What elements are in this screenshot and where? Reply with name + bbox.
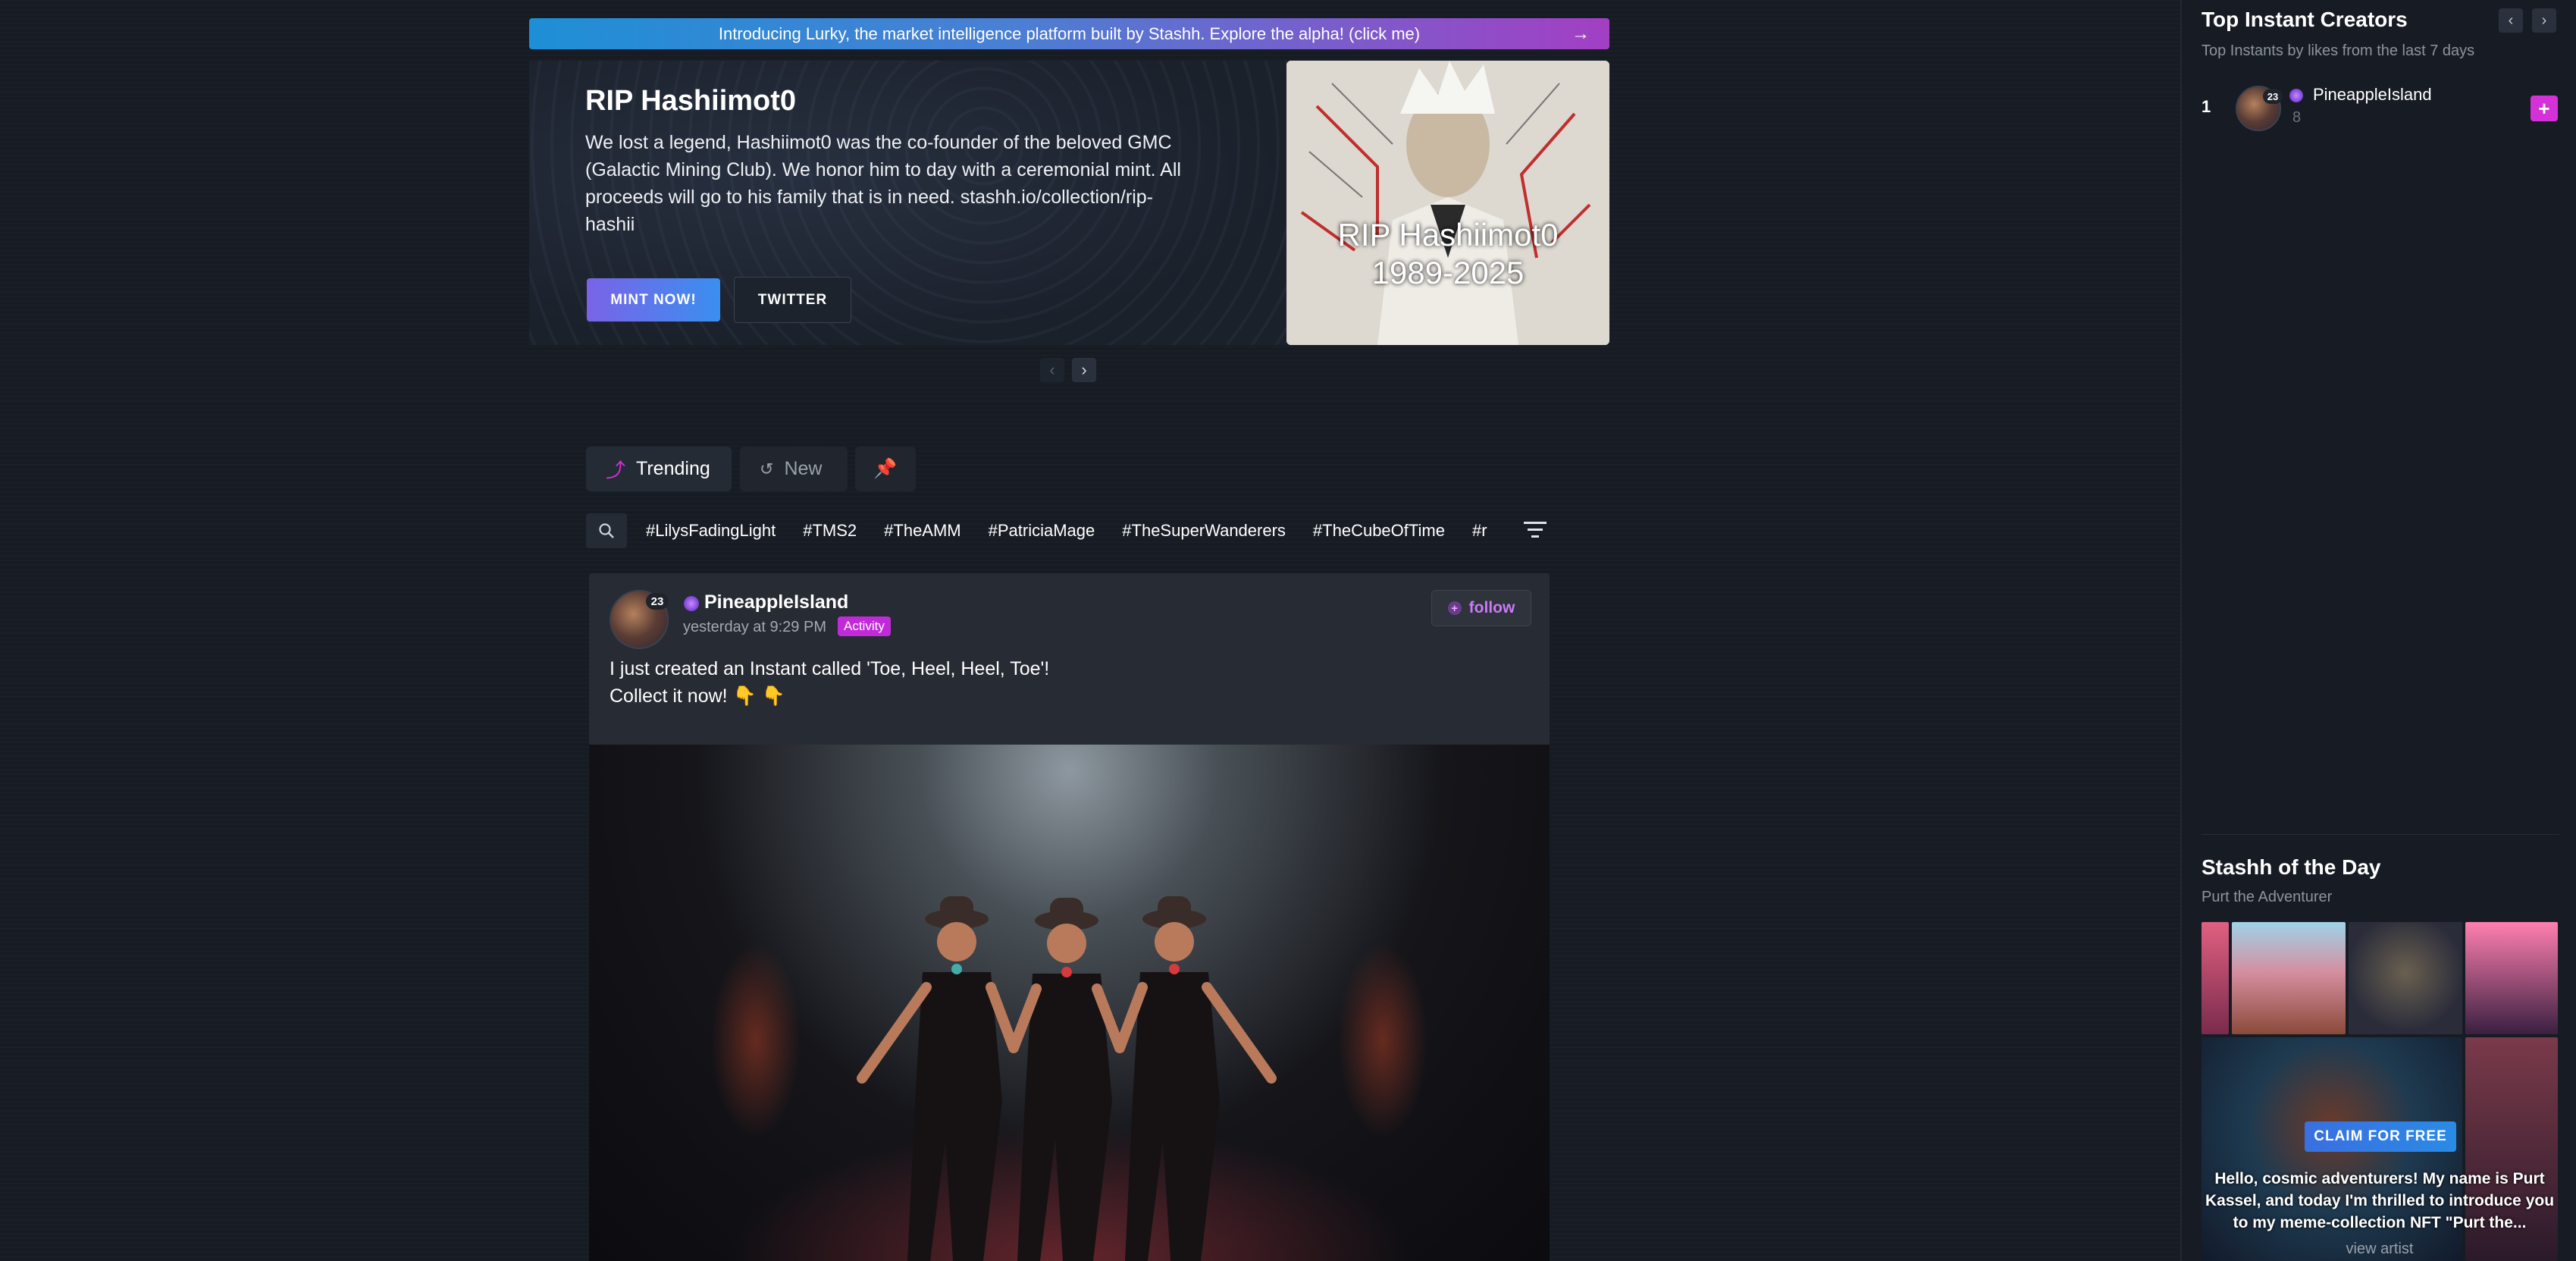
- hero-image-caption-line1: RIP Hashiimot0: [1337, 217, 1559, 253]
- mint-now-button[interactable]: MINT NOW!: [587, 278, 720, 322]
- claim-for-free-button[interactable]: CLAIM FOR FREE: [2305, 1121, 2456, 1152]
- chevron-left-icon[interactable]: ‹: [2499, 8, 2523, 33]
- avatar[interactable]: 23: [610, 590, 669, 649]
- chevron-right-icon[interactable]: ›: [2532, 8, 2556, 33]
- history-icon: ↺: [760, 459, 774, 478]
- filter-icon[interactable]: [1524, 520, 1547, 540]
- tab-trending[interactable]: ⤴ Trending: [586, 447, 732, 491]
- verified-badge-icon: [684, 596, 699, 611]
- creator-rank: 1: [2202, 97, 2211, 116]
- level-badge: 23: [646, 593, 669, 610]
- post-username[interactable]: PineappleIsland: [704, 591, 848, 613]
- hashtag-item[interactable]: #TMS2: [803, 521, 857, 541]
- follow-button[interactable]: + follow: [1431, 590, 1531, 626]
- hashtag-item[interactable]: #TheCubeOfTime: [1313, 521, 1445, 541]
- stashh-of-the-day-description: Hello, cosmic adventurers! My name is Pu…: [2205, 1170, 2555, 1231]
- creator-username[interactable]: PineappleIsland: [2313, 85, 2432, 105]
- avatar[interactable]: 23: [2236, 86, 2283, 131]
- twitter-button[interactable]: TWITTER: [734, 277, 851, 323]
- tab-new-label: New: [784, 458, 823, 479]
- stashh-of-the-day-title: Stashh of the Day: [2202, 855, 2381, 879]
- creator-likes: 8: [2292, 109, 2302, 126]
- stashh-of-the-day-subtitle: Purt the Adventurer: [2202, 889, 2333, 905]
- hero-image[interactable]: RIP Hashiimot0 1989-2025: [1286, 61, 1609, 345]
- hashtag-item[interactable]: #LilysFadingLight: [646, 521, 776, 541]
- pin-icon: 📌: [873, 458, 898, 479]
- post-text-line2: Collect it now! 👇 👇: [610, 685, 785, 707]
- tab-pinned[interactable]: 📌: [855, 447, 916, 491]
- chevron-right-icon[interactable]: ›: [1072, 358, 1096, 382]
- feed-post: 23 PineappleIsland yesterday at 9:29 PM …: [589, 573, 1550, 1261]
- hero-description: We lost a legend, Hashiimot0 was the co-…: [585, 132, 1181, 235]
- top-creators-subtitle: Top Instants by likes from the last 7 da…: [2202, 42, 2475, 59]
- top-creators-title: Top Instant Creators: [2202, 8, 2408, 31]
- tab-new[interactable]: ↺ New: [740, 447, 848, 491]
- divider: [2202, 834, 2559, 835]
- level-badge: 23: [2263, 89, 2283, 104]
- verified-badge-icon: [2289, 89, 2303, 102]
- hashtag-item[interactable]: #PatriciaMage: [989, 521, 1095, 541]
- banner-text: Introducing Lurky, the market intelligen…: [718, 24, 1421, 43]
- trending-arrow-icon: ⤴: [606, 459, 626, 482]
- hashtag-item[interactable]: #TheAMM: [884, 521, 961, 541]
- chevron-left-icon[interactable]: ‹: [1040, 358, 1064, 382]
- tab-trending-label: Trending: [636, 458, 710, 479]
- activity-tag: Activity: [838, 616, 891, 636]
- hashtag-item[interactable]: #TheSuperWanderers: [1122, 521, 1286, 541]
- search-icon: [599, 523, 614, 538]
- hero-title: RIP Hashiimot0: [585, 85, 797, 117]
- post-image[interactable]: [589, 745, 1550, 1261]
- plus-icon: +: [1447, 601, 1462, 615]
- hero-image-caption-line2: 1989-2025: [1371, 255, 1525, 290]
- follow-label: follow: [1468, 599, 1515, 616]
- arrow-right-icon: →: [1572, 24, 1590, 44]
- announcement-banner[interactable]: Introducing Lurky, the market intelligen…: [529, 18, 1609, 49]
- add-creator-button[interactable]: +: [2531, 96, 2558, 121]
- dancers-illustration: [857, 896, 1277, 1261]
- post-text: I just created an Instant called 'Toe, H…: [610, 655, 1049, 710]
- hashtag-list: #LilysFadingLight #TMS2 #TheAMM #Patrici…: [646, 513, 1509, 548]
- search-button[interactable]: [586, 513, 627, 548]
- view-artist-link[interactable]: view artist: [2202, 1241, 2558, 1258]
- hashtag-item[interactable]: #r: [1472, 521, 1487, 541]
- post-text-line1: I just created an Instant called 'Toe, H…: [610, 658, 1050, 679]
- post-timestamp: yesterday at 9:29 PM: [683, 619, 826, 635]
- portrait-illustration: [1286, 61, 1609, 345]
